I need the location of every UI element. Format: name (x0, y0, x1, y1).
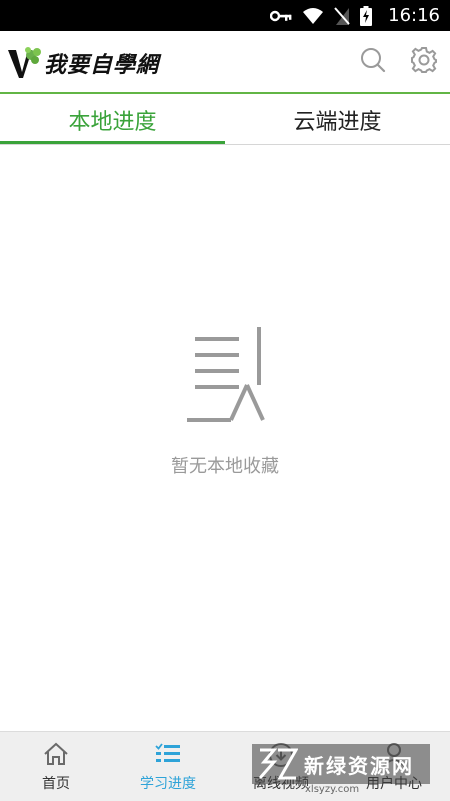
empty-state-text: 暂无本地收藏 (171, 456, 279, 477)
vpn-key-icon (270, 10, 292, 21)
logo-text: 我要自學網 (44, 52, 160, 78)
status-icons: 16:16 (270, 0, 440, 31)
gear-icon (411, 47, 437, 73)
tabs-divider (0, 144, 450, 145)
nav-progress-label: 学习进度 (140, 776, 196, 792)
checklist-icon (155, 743, 180, 762)
tab-cloud-progress[interactable]: 云端进度 (225, 94, 450, 145)
search-icon (361, 48, 386, 73)
no-sim-icon (334, 6, 350, 25)
status-bar: 16:16 (0, 0, 450, 31)
tab-local-progress[interactable]: 本地进度 (0, 94, 225, 145)
home-icon (44, 742, 68, 765)
battery-charging-icon (360, 5, 373, 26)
logo-mark-icon (8, 47, 41, 78)
app-header: 我要自學網 (0, 31, 450, 92)
wifi-icon (303, 7, 324, 24)
status-time: 16:16 (388, 5, 440, 26)
watermark-logo-icon (258, 748, 298, 780)
nav-home-label: 首页 (42, 776, 70, 792)
app-logo: 我要自學網 (6, 45, 159, 81)
watermark-text: 新绿资源网 (304, 753, 414, 778)
progress-tabs: 本地进度 云端进度 (0, 94, 450, 145)
watermark-url: xlsyzy.com (305, 784, 360, 795)
settings-button[interactable] (409, 45, 439, 75)
nav-home[interactable]: 首页 (0, 732, 112, 801)
document-icon (187, 327, 265, 422)
nav-progress[interactable]: 学习进度 (112, 732, 224, 801)
watermark: 新绿资源网 (252, 744, 430, 784)
search-button[interactable] (358, 45, 388, 75)
